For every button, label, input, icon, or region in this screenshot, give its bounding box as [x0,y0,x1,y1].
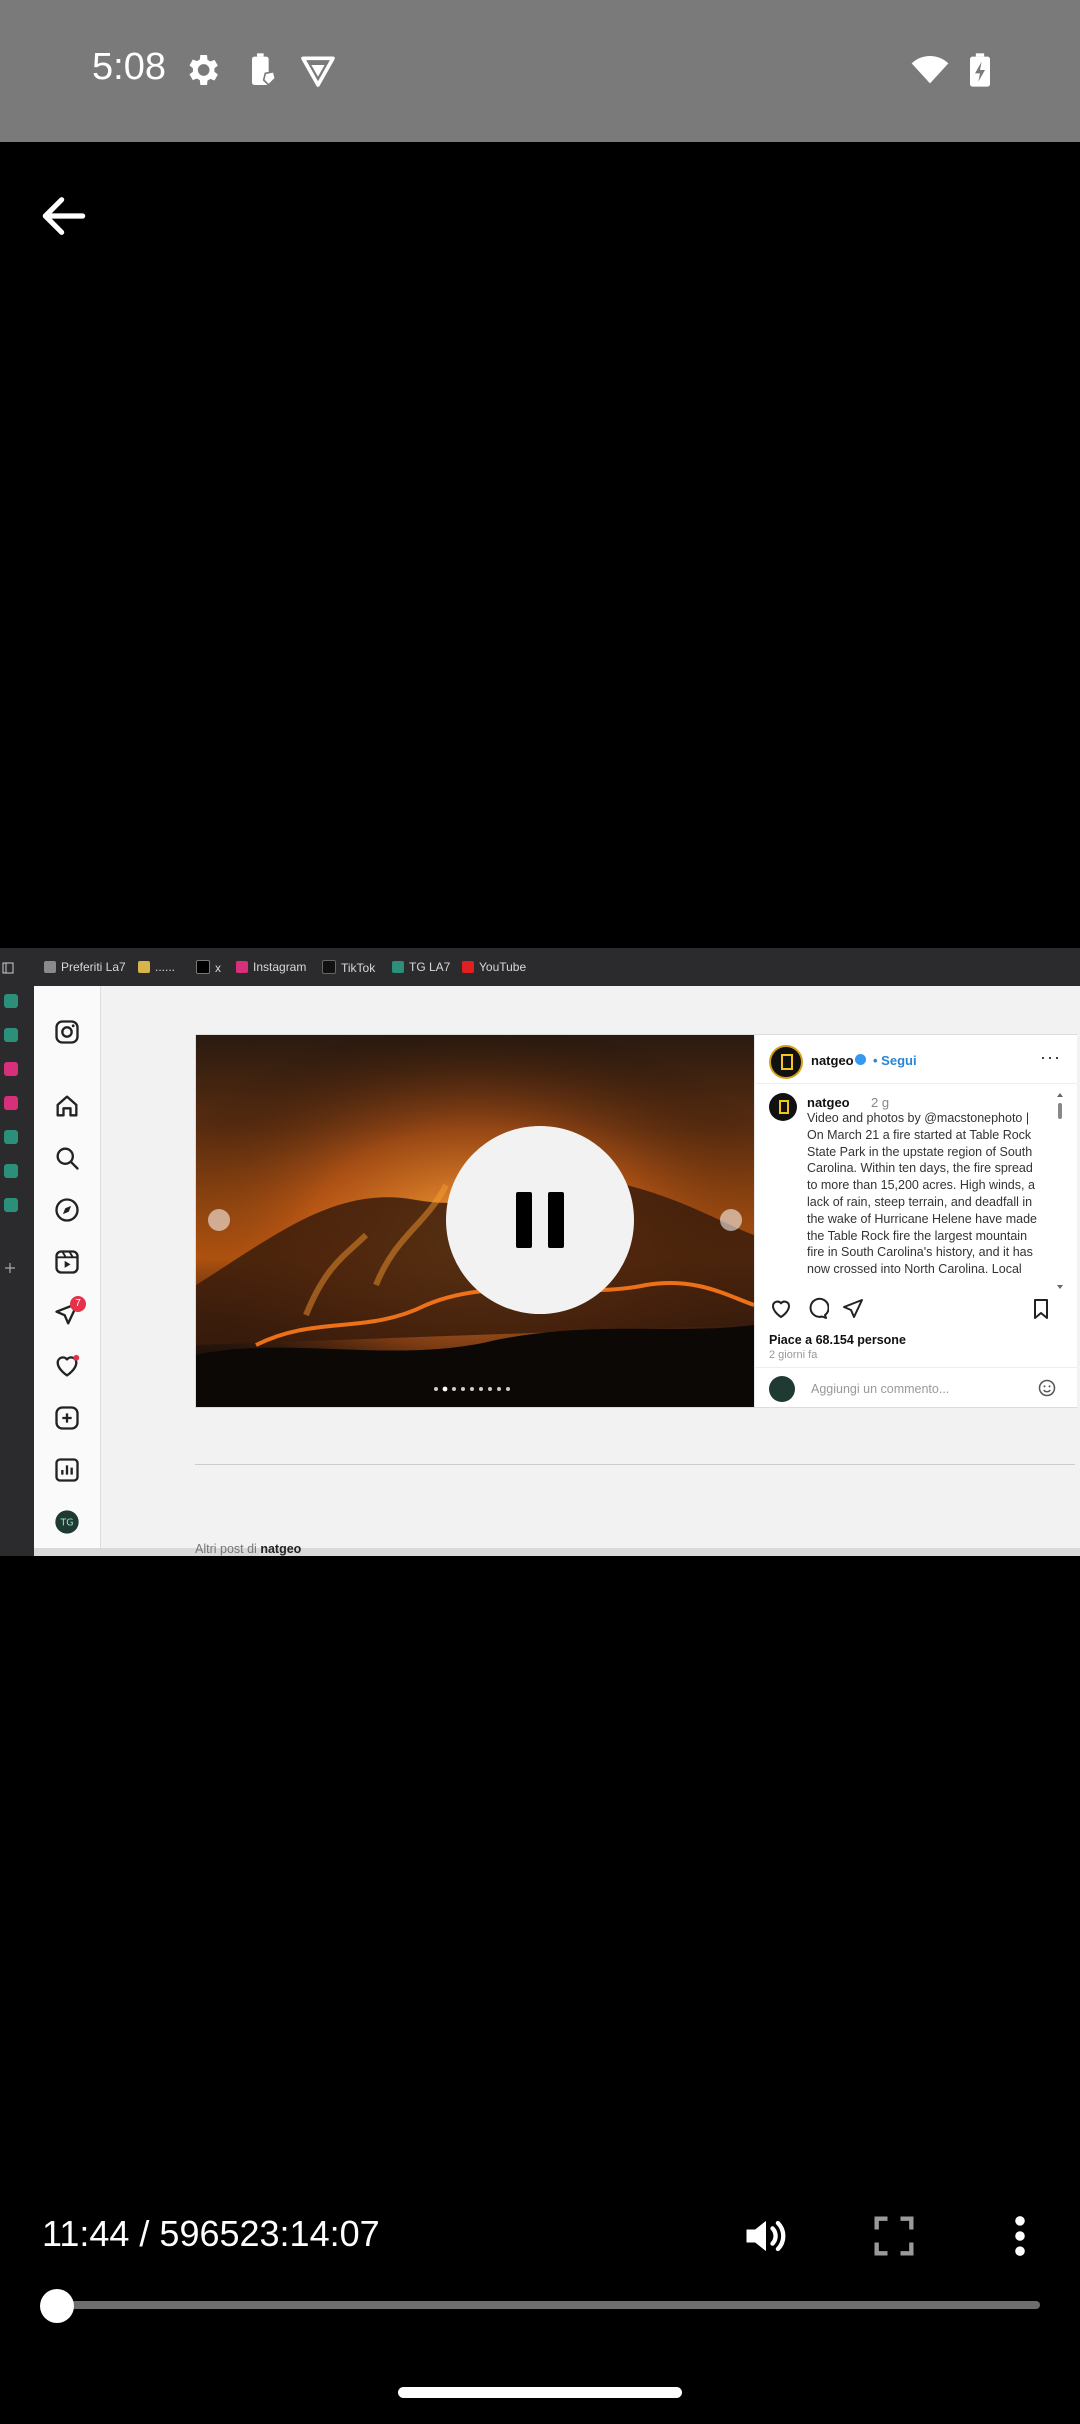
instagram-sidebar: 7 TG [34,986,101,1548]
post-actions [769,1297,1069,1327]
dashboard-icon[interactable] [53,1456,81,1484]
more-posts-heading: Altri post di natgeo [195,1542,302,1556]
messages-badge: 7 [70,1296,86,1312]
pause-icon [516,1192,532,1248]
gear-icon [189,55,218,85]
natgeo-logo-icon [781,1054,793,1070]
home-gesture-bar[interactable] [398,2387,682,2398]
create-icon[interactable] [53,1404,81,1432]
volume-icon[interactable] [740,2210,792,2262]
x-logo-icon [196,960,210,974]
bookmark-instagram[interactable]: Instagram [236,960,306,974]
bookmark-preferiti[interactable]: Preferiti La7 [44,960,126,974]
home-icon[interactable] [53,1092,81,1120]
seek-thumb[interactable] [40,2289,74,2323]
follow-button[interactable]: • Segui [873,1053,917,1068]
tiktok-icon [322,960,336,974]
arrow-left-icon[interactable] [36,188,92,244]
section-divider [195,1464,1075,1465]
emoji-icon[interactable] [1037,1378,1057,1398]
clock: 5:08 [92,46,166,88]
likes-count[interactable]: Piace a 68.154 persone [769,1333,906,1347]
post-header: natgeo • Segui ··· [755,1035,1077,1084]
instagram-post: natgeo • Segui ··· natgeo 2 g Video and … [195,1034,1077,1408]
reels-icon[interactable] [53,1248,81,1276]
post-caption: Video and photos by @macstonephoto | On … [807,1111,1037,1277]
comment-icon[interactable] [805,1297,829,1321]
fullscreen-icon[interactable] [868,2210,920,2262]
bookmark-x[interactable]: x [196,960,221,975]
tab-tgla7-icon[interactable] [4,1198,18,1212]
folder-icon [44,961,56,973]
carousel-next-button[interactable] [720,1209,742,1231]
caption-scrollbar[interactable] [1057,1091,1063,1291]
verified-badge-icon [855,1054,866,1065]
time-display: 11:44 / 596523:14:07 [42,2213,380,2254]
tgla7-icon [392,961,404,973]
battery-charging-icon [970,53,990,87]
comment-row: Aggiungi un commento... [755,1367,1077,1408]
caption-username[interactable]: natgeo [807,1095,850,1110]
save-bookmark-icon[interactable] [1029,1297,1053,1321]
explore-icon[interactable] [53,1196,81,1224]
post-side-panel: natgeo • Segui ··· natgeo 2 g Video and … [754,1035,1077,1407]
pause-button[interactable] [446,1126,634,1314]
natgeo-logo-icon [779,1100,789,1114]
la7-icon [138,961,150,973]
more-vert-icon[interactable] [994,2210,1046,2262]
carousel-prev-button[interactable] [208,1209,230,1231]
vpn-shield-icon [301,56,335,87]
post-username[interactable]: natgeo [811,1053,854,1068]
more-options-icon[interactable]: ··· [1040,1047,1061,1068]
tab-tgla7-icon[interactable] [4,1130,18,1144]
profile-icon[interactable]: TG [53,1508,81,1536]
new-tab-icon[interactable] [4,1262,16,1274]
tab-instagram-icon[interactable] [4,1096,18,1110]
tab-tgla7-icon[interactable] [4,1164,18,1178]
status-bar: 5:08 [0,0,1080,142]
share-icon[interactable] [841,1297,865,1321]
svg-text:TG: TG [60,1518,74,1529]
instagram-icon [236,961,248,973]
battery-saver-icon [252,53,277,87]
search-icon[interactable] [53,1144,81,1172]
instagram-logo-icon[interactable] [53,1018,81,1046]
commenter-avatar [769,1376,795,1402]
like-heart-icon[interactable] [769,1297,793,1321]
caption-age: 2 g [871,1095,890,1110]
sidebar-toggle-icon [2,962,14,974]
posted-ago: 2 giorni fa [769,1349,818,1361]
bookmark-la7[interactable]: ...... [138,960,175,974]
wifi-icon [911,56,949,84]
tab-tgla7-icon[interactable] [4,1028,18,1042]
bookmark-youtube[interactable]: YouTube [462,960,526,974]
bookmarks-bar: Preferiti La7 ...... x Instagram TikTok … [0,948,1080,986]
youtube-icon [462,961,474,973]
bookmark-tgla7[interactable]: TG LA7 [392,960,450,974]
vertical-tab-strip [0,986,34,1556]
tab-tgla7-icon[interactable] [4,994,18,1008]
comment-input[interactable]: Aggiungi un commento... [811,1382,949,1396]
bookmark-tiktok[interactable]: TikTok [322,960,375,975]
carousel-dots [434,1386,510,1392]
tab-instagram-icon[interactable] [4,1062,18,1076]
notifications-icon[interactable] [53,1352,81,1380]
pause-icon [548,1192,564,1248]
seek-bar[interactable] [56,2301,1040,2309]
